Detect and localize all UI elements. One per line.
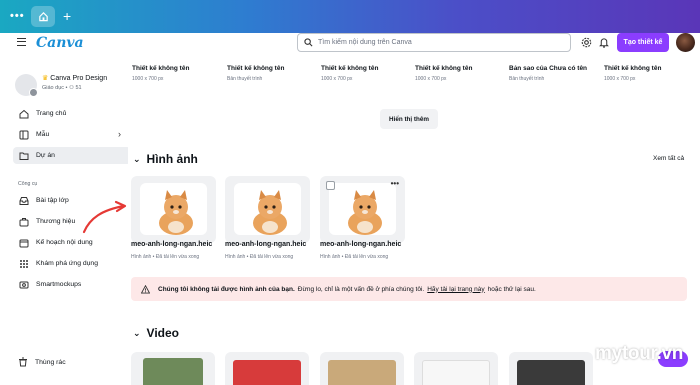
sidebar-item-smartmockups[interactable]: Smartmockups <box>13 276 131 293</box>
cat-image <box>329 183 396 235</box>
home-tab[interactable] <box>31 6 55 27</box>
alert-strong-text: Chúng tôi không tải được hình ảnh của bạ… <box>158 285 295 293</box>
sidebar-item-label: Trang chủ <box>36 110 67 117</box>
image-file-name: meo-anh-long-ngan.heic <box>225 241 307 248</box>
image-file-name: meo-anh-long-ngan.heic <box>320 241 402 248</box>
calendar-icon <box>19 238 29 248</box>
bell-icon[interactable] <box>598 36 610 48</box>
chevron-down-icon: ⌄ <box>133 153 141 164</box>
brand-icon <box>19 217 29 227</box>
image-card[interactable]: ••• <box>320 176 405 243</box>
design-item[interactable]: Thiết kế không tên 1000 x 700 px <box>415 65 505 82</box>
user-avatar[interactable] <box>676 33 695 52</box>
sidebar: ♛ Canva Pro Design Giáo dục • ⚇ 51 Trang … <box>0 55 131 385</box>
video-card[interactable] <box>320 352 404 385</box>
team-sub: Giáo dục • ⚇ 51 <box>42 85 82 91</box>
sidebar-item-templates[interactable]: Mẫu › <box>13 126 131 143</box>
watermark-text: mytour.vn <box>595 343 684 364</box>
canva-logo[interactable]: Canva <box>36 35 84 51</box>
new-tab-plus-icon[interactable]: + <box>63 8 71 24</box>
red-arrow-annotation-icon <box>82 200 127 234</box>
design-item[interactable]: Thiết kế không tên 1000 x 700 px <box>132 65 222 82</box>
design-item[interactable]: Thiết kế không tên 1000 x 700 px <box>321 65 411 82</box>
cat-image <box>140 183 207 235</box>
sidebar-item-label: Thương hiệu <box>36 218 76 225</box>
video-card[interactable] <box>509 352 593 385</box>
video-card[interactable] <box>225 352 309 385</box>
sidebar-item-projects[interactable]: Dự án <box>13 147 131 164</box>
section-title: Video <box>146 326 180 340</box>
image-file-meta: Hình ảnh • Đã tải lên vừa xong <box>225 254 294 260</box>
video-card[interactable] <box>414 352 498 385</box>
image-file-meta: Hình ảnh • Đã tải lên vừa xong <box>131 254 200 260</box>
app-header: Canva Tìm kiếm nội dung trên Canva Tạo t… <box>0 33 700 55</box>
sidebar-item-apps[interactable]: Khám phá ứng dụng <box>13 255 131 272</box>
search-placeholder: Tìm kiếm nội dung trên Canva <box>318 39 412 46</box>
main-content: Thiết kế không tên 1000 x 700 px Thiết k… <box>128 55 700 385</box>
folder-icon <box>19 151 29 161</box>
design-item[interactable]: Thiết kế không tên Bản thuyết trình <box>227 65 317 82</box>
sidebar-item-content-planner[interactable]: Kế hoạch nội dung <box>13 234 131 251</box>
crown-icon: ♛ <box>42 75 49 82</box>
show-more-button[interactable]: Hiển thị thêm <box>380 109 438 129</box>
design-item[interactable]: Thiết kế không tên 1000 x 700 px <box>604 65 694 82</box>
search-input[interactable]: Tìm kiếm nội dung trên Canva <box>297 33 571 52</box>
create-design-button[interactable]: Tạo thiết kế <box>617 33 669 52</box>
browser-tab-bar: ••• + <box>0 0 700 33</box>
settings-gear-icon[interactable] <box>580 36 592 48</box>
error-alert: Chúng tôi không tải được hình ảnh của bạ… <box>131 277 687 301</box>
design-item[interactable]: Bản sao của Chưa có tên Bản thuyết trình <box>509 65 599 82</box>
chevron-down-icon: ⌄ <box>133 327 141 338</box>
image-file-name: meo-anh-long-ngan.heic <box>131 241 213 248</box>
template-icon <box>19 130 29 140</box>
team-name[interactable]: ♛ Canva Pro Design <box>42 74 107 82</box>
sidebar-item-label: Thùng rác <box>35 358 66 366</box>
warning-icon <box>141 284 150 294</box>
menu-icon[interactable] <box>17 38 26 46</box>
image-file-meta: Hình ảnh • Đã tải lên vừa xong <box>320 254 389 260</box>
video-card[interactable] <box>131 352 215 385</box>
mockup-icon <box>19 280 29 290</box>
reload-page-link[interactable]: Hãy tải lại trang này <box>427 286 484 293</box>
sidebar-item-home[interactable]: Trang chủ <box>13 105 131 122</box>
inbox-icon <box>19 196 29 206</box>
video-section-header[interactable]: ⌄ Video <box>133 326 179 340</box>
sidebar-item-label: Mẫu <box>36 131 50 138</box>
sidebar-item-label: Khám phá ứng dụng <box>36 260 98 267</box>
select-checkbox[interactable] <box>326 181 335 190</box>
more-options-icon[interactable]: ••• <box>391 179 399 188</box>
more-dots-icon[interactable]: ••• <box>10 11 25 22</box>
home-icon <box>38 11 48 22</box>
sidebar-item-label: Smartmockups <box>36 281 82 288</box>
section-title: Hình ảnh <box>146 152 198 166</box>
search-icon <box>304 38 313 47</box>
team-avatar[interactable] <box>15 74 38 97</box>
image-card[interactable] <box>131 176 216 243</box>
sidebar-item-label: Kế hoạch nội dung <box>36 239 93 246</box>
chevron-right-icon: › <box>118 129 121 139</box>
images-section-header[interactable]: ⌄ Hình ảnh <box>133 152 198 166</box>
home-icon <box>19 109 29 119</box>
tools-section-label: Công cụ <box>18 181 38 187</box>
sidebar-item-trash[interactable]: Thùng rác <box>18 357 66 367</box>
trash-icon <box>19 357 27 367</box>
alert-suffix: hoặc thử lại sau. <box>487 285 536 293</box>
cat-image <box>234 183 301 235</box>
sidebar-item-label: Dự án <box>36 152 55 159</box>
sidebar-item-label: Bài tập lớp <box>36 197 69 204</box>
alert-text: Đừng lo, chỉ là một vấn đề ở phía chúng … <box>297 285 425 293</box>
see-all-link[interactable]: Xem tất cả <box>653 155 684 162</box>
apps-grid-icon <box>19 259 29 269</box>
image-card[interactable] <box>225 176 310 243</box>
